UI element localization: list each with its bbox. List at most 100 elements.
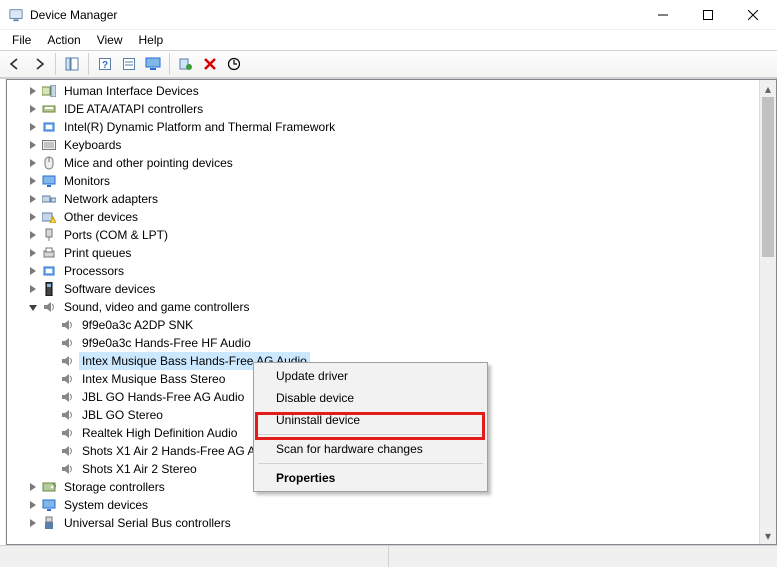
tree-category-sound[interactable]: Sound, video and game controllers [7,298,776,316]
menu-help[interactable]: Help [131,32,172,48]
scan-hardware-button[interactable] [175,53,197,75]
menu-action[interactable]: Action [39,32,88,48]
tree-item-label: System devices [61,496,151,514]
show-hide-tree-button[interactable] [61,53,83,75]
expander-icon[interactable] [25,155,41,171]
toolbar-separator [169,53,170,75]
status-cell-left [0,546,389,567]
expander-icon[interactable] [25,101,41,117]
tree-category[interactable]: Mice and other pointing devices [7,154,776,172]
speaker-icon [59,317,75,333]
menu-view[interactable]: View [89,32,131,48]
toolbar-separator [88,53,89,75]
expander-icon[interactable] [25,245,41,261]
tree-item-label: JBL GO Stereo [79,406,166,424]
expander-icon[interactable] [25,137,41,153]
speaker-icon [59,443,75,459]
speaker-icon [59,353,75,369]
titlebar: Device Manager [0,0,777,30]
tree-item-label: Other devices [61,208,141,226]
tree-item-label: 9f9e0a3c Hands-Free HF Audio [79,334,254,352]
expander-icon [43,461,59,477]
tree-item-label: Ports (COM & LPT) [61,226,171,244]
speaker-icon [59,407,75,423]
expander-icon [43,317,59,333]
menu-file[interactable]: File [4,32,39,48]
scroll-thumb[interactable] [762,97,774,257]
expander-icon[interactable] [25,83,41,99]
computer-button[interactable] [142,53,164,75]
tree-category[interactable]: Human Interface Devices [7,82,776,100]
help-button[interactable]: ? [94,53,116,75]
tree-category[interactable]: Processors [7,262,776,280]
expander-icon [43,371,59,387]
port-icon [41,227,57,243]
usb-icon [41,515,57,531]
context-menu-item[interactable]: Uninstall device [256,409,485,431]
tree-item-label: Mice and other pointing devices [61,154,236,172]
expander-icon[interactable] [25,263,41,279]
tree-category[interactable]: Intel(R) Dynamic Platform and Thermal Fr… [7,118,776,136]
tree-category[interactable]: Monitors [7,172,776,190]
context-menu: Update driverDisable deviceUninstall dev… [253,362,488,492]
speaker-icon [59,335,75,351]
tree-category[interactable]: System devices [7,496,776,514]
speaker-icon [41,299,57,315]
uninstall-button[interactable] [199,53,221,75]
tree-item-label: Shots X1 Air 2 Hands-Free AG Audio [79,442,281,460]
back-button[interactable] [4,53,26,75]
tree-device[interactable]: 9f9e0a3c Hands-Free HF Audio [7,334,776,352]
speaker-icon [59,371,75,387]
expander-icon[interactable] [25,119,41,135]
tree-category[interactable]: Network adapters [7,190,776,208]
expander-icon[interactable] [25,497,41,513]
forward-button[interactable] [28,53,50,75]
tree-category[interactable]: Ports (COM & LPT) [7,226,776,244]
tree-category[interactable]: Software devices [7,280,776,298]
tree-item-label: Sound, video and game controllers [61,298,252,316]
expander-icon[interactable] [25,209,41,225]
properties-button[interactable] [118,53,140,75]
minimize-button[interactable] [640,1,685,29]
printer-icon [41,245,57,261]
expander-icon [43,335,59,351]
scroll-up-arrow[interactable]: ▴ [760,80,776,97]
maximize-button[interactable] [685,1,730,29]
tree-category[interactable]: Print queues [7,244,776,262]
monitor-icon [41,173,57,189]
expander-icon[interactable] [25,191,41,207]
context-menu-item[interactable]: Scan for hardware changes [256,438,485,460]
tree-category[interactable]: IDE ATA/ATAPI controllers [7,100,776,118]
expander-icon[interactable] [25,173,41,189]
window-title: Device Manager [30,8,117,22]
tree-item-label: Shots X1 Air 2 Stereo [79,460,200,478]
tree-category[interactable]: Universal Serial Bus controllers [7,514,776,532]
cpu-icon [41,119,57,135]
tree-item-label: Storage controllers [61,478,168,496]
update-driver-button[interactable] [223,53,245,75]
context-menu-item[interactable]: Properties [256,467,485,489]
expander-icon[interactable] [25,227,41,243]
expander-icon[interactable] [25,515,41,531]
expander-icon[interactable] [25,479,41,495]
tree-item-label: Software devices [61,280,158,298]
tree-item-label: JBL GO Hands-Free AG Audio [79,388,247,406]
tree-item-label: 9f9e0a3c A2DP SNK [79,316,196,334]
vertical-scrollbar[interactable]: ▴ ▾ [759,80,776,544]
menubar: File Action View Help [0,30,777,50]
expander-icon[interactable] [25,281,41,297]
context-menu-item[interactable]: Update driver [256,365,485,387]
expander-icon[interactable] [25,299,41,315]
close-button[interactable] [730,1,775,29]
tree-category[interactable]: Keyboards [7,136,776,154]
tree-item-label: Intel(R) Dynamic Platform and Thermal Fr… [61,118,338,136]
sys-icon [41,497,57,513]
scroll-down-arrow[interactable]: ▾ [760,527,776,544]
tree-device[interactable]: 9f9e0a3c A2DP SNK [7,316,776,334]
tree-item-label: Keyboards [61,136,124,154]
kbd-icon [41,137,57,153]
tree-item-label: Network adapters [61,190,161,208]
tree-item-label: IDE ATA/ATAPI controllers [61,100,206,118]
tree-category[interactable]: Other devices [7,208,776,226]
context-menu-item[interactable]: Disable device [256,387,485,409]
